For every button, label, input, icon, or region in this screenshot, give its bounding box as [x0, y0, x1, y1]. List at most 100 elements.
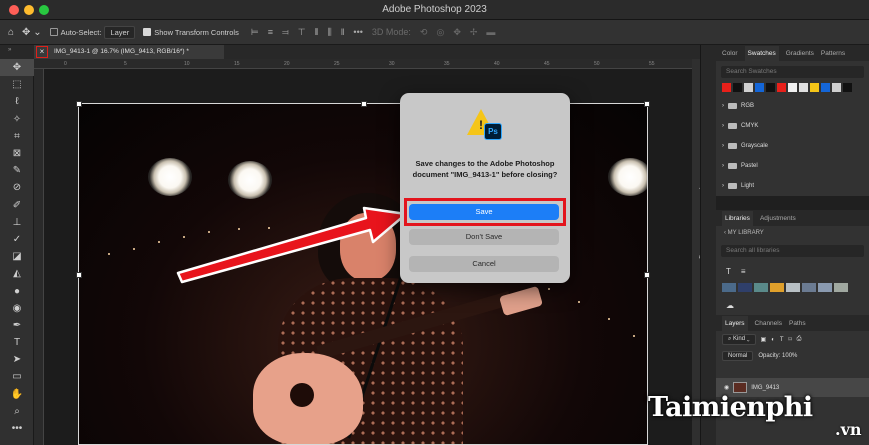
close-tab-button[interactable]: × [36, 46, 48, 58]
swatch[interactable] [821, 83, 830, 92]
transform-handle[interactable] [644, 101, 650, 107]
frame-tool-icon[interactable]: ⊠ [0, 145, 34, 162]
opacity-field[interactable]: Opacity: 100% [758, 353, 797, 359]
visibility-eye-icon[interactable]: ◉ [724, 384, 729, 391]
library-color[interactable] [754, 283, 768, 292]
swatch-group-grayscale[interactable]: › Grayscale [722, 136, 869, 156]
stamp-tool-icon[interactable]: ⊥ [0, 214, 34, 231]
3d-slide-icon[interactable]: ✢ [470, 27, 478, 38]
distribute-v-icon[interactable]: ‖ [341, 27, 345, 38]
pen-tool-icon[interactable]: ✒ [0, 317, 34, 334]
dont-save-button[interactable]: Don't Save [409, 229, 559, 245]
3d-orbit-icon[interactable]: ⟲ [420, 27, 428, 38]
swatch[interactable] [810, 83, 819, 92]
type-tool-icon[interactable]: T [0, 334, 34, 351]
paragraph-style-icon[interactable]: ≡ [741, 267, 746, 276]
lasso-tool-icon[interactable]: ℓ [0, 93, 34, 110]
move-tool-icon[interactable]: ✥ ⌄ [22, 27, 42, 38]
show-transform-checkbox[interactable] [143, 28, 152, 36]
transform-handle[interactable] [76, 272, 82, 278]
more-options-icon[interactable]: ••• [353, 27, 362, 38]
document-tab[interactable]: IMG_9413-1 @ 16.7% (IMG_9413, RGB/16*) * [34, 45, 224, 59]
hand-tool-icon[interactable]: ✋ [0, 386, 34, 403]
kind-filter-dropdown[interactable]: ⌕ Kind ⌄ [722, 334, 756, 345]
gradient-tool-icon[interactable]: ◭ [0, 265, 34, 282]
tab-layers[interactable]: Layers [722, 315, 748, 331]
zoom-tool-icon[interactable]: ⌕ [0, 403, 34, 420]
magic-wand-tool-icon[interactable]: ✧ [0, 111, 34, 128]
path-selection-tool-icon[interactable]: ➤ [0, 351, 34, 368]
swatch[interactable] [788, 83, 797, 92]
swatch[interactable] [832, 83, 841, 92]
eyedropper-tool-icon[interactable]: ✎ [0, 162, 34, 179]
filter-shape-icon[interactable]: ⌑ [789, 336, 792, 343]
healing-tool-icon[interactable]: ⊘ [0, 179, 34, 196]
library-color[interactable] [770, 283, 784, 292]
brush-tool-icon[interactable]: ✐ [0, 197, 34, 214]
library-color[interactable] [738, 283, 752, 292]
filter-pixel-icon[interactable]: ▣ [761, 336, 767, 343]
tab-gradients[interactable]: Gradients [786, 50, 814, 57]
edit-toolbar-icon[interactable]: ••• [0, 420, 34, 437]
swatch[interactable] [843, 83, 852, 92]
marquee-tool-icon[interactable]: ⬚ [0, 76, 34, 93]
cloud-icon[interactable]: ☁ [726, 301, 734, 310]
filter-smart-icon[interactable]: ⎙ [797, 336, 802, 343]
auto-select-target-dropdown[interactable]: Layer [104, 25, 136, 39]
library-color[interactable] [802, 283, 816, 292]
crop-tool-icon[interactable]: ⌗ [0, 128, 34, 145]
eraser-tool-icon[interactable]: ◪ [0, 248, 34, 265]
library-color[interactable] [786, 283, 800, 292]
3d-roll-icon[interactable]: ◎ [436, 27, 444, 38]
3d-scale-icon[interactable]: ▬ [486, 27, 495, 38]
swatch[interactable] [777, 83, 786, 92]
swatch-group-light[interactable]: › Light [722, 176, 869, 196]
library-color[interactable] [834, 283, 848, 292]
text-style-icon[interactable]: T [726, 267, 731, 276]
3d-pan-icon[interactable]: ✥ [453, 27, 461, 38]
blur-tool-icon[interactable]: ● [0, 282, 34, 299]
align-center-icon[interactable]: ≡ [268, 27, 273, 38]
swatch[interactable] [722, 83, 731, 92]
tab-channels[interactable]: Channels [755, 320, 782, 327]
swatch-group-pastel[interactable]: › Pastel [722, 156, 869, 176]
filter-type-icon[interactable]: T [780, 337, 784, 343]
library-search-input[interactable]: Search all libraries [721, 245, 864, 257]
tab-paths[interactable]: Paths [789, 320, 806, 327]
swatch[interactable] [799, 83, 808, 92]
swatch[interactable] [744, 83, 753, 92]
cancel-button[interactable]: Cancel [409, 256, 559, 272]
swatch-group-cmyk[interactable]: › CMYK [722, 116, 869, 136]
filter-adjust-icon[interactable]: ◐ [771, 337, 775, 343]
distribute-h-icon[interactable]: ⫼ [328, 27, 332, 38]
auto-select-checkbox[interactable] [49, 28, 58, 36]
distribute-icon[interactable]: ⦀ [315, 27, 319, 38]
home-icon[interactable]: ⌂ [8, 27, 14, 38]
tab-swatches[interactable]: Swatches [744, 45, 779, 61]
swatches-search-input[interactable]: Search Swatches [721, 66, 864, 78]
swatch[interactable] [755, 83, 764, 92]
swatch[interactable] [733, 83, 742, 92]
dodge-tool-icon[interactable]: ◉ [0, 300, 34, 317]
tab-libraries[interactable]: Libraries [722, 210, 753, 226]
tab-adjustments[interactable]: Adjustments [760, 215, 796, 222]
library-nav[interactable]: ‹ MY LIBRARY [716, 226, 869, 240]
rectangle-tool-icon[interactable]: ▭ [0, 368, 34, 385]
move-tool-icon[interactable]: ✥ [0, 59, 34, 77]
blend-mode-dropdown[interactable]: Normal [722, 351, 754, 361]
swatch[interactable] [766, 83, 775, 92]
transform-handle[interactable] [76, 101, 82, 107]
align-left-icon[interactable]: ⊨ [251, 27, 259, 38]
align-top-icon[interactable]: ⊤ [298, 27, 306, 38]
ruler-tick: 10 [184, 61, 190, 67]
transform-handle[interactable] [361, 101, 367, 107]
transform-handle[interactable] [644, 272, 650, 278]
align-right-icon[interactable]: ⫤ [282, 27, 289, 38]
library-color[interactable] [818, 283, 832, 292]
history-brush-tool-icon[interactable]: ✓ [0, 231, 34, 248]
swatch-group-rgb[interactable]: › RGB [722, 96, 869, 116]
tab-patterns[interactable]: Patterns [821, 50, 845, 57]
library-color[interactable] [722, 283, 736, 292]
collapse-arrow-icon[interactable]: » [8, 47, 11, 53]
tab-color[interactable]: Color [722, 50, 738, 57]
